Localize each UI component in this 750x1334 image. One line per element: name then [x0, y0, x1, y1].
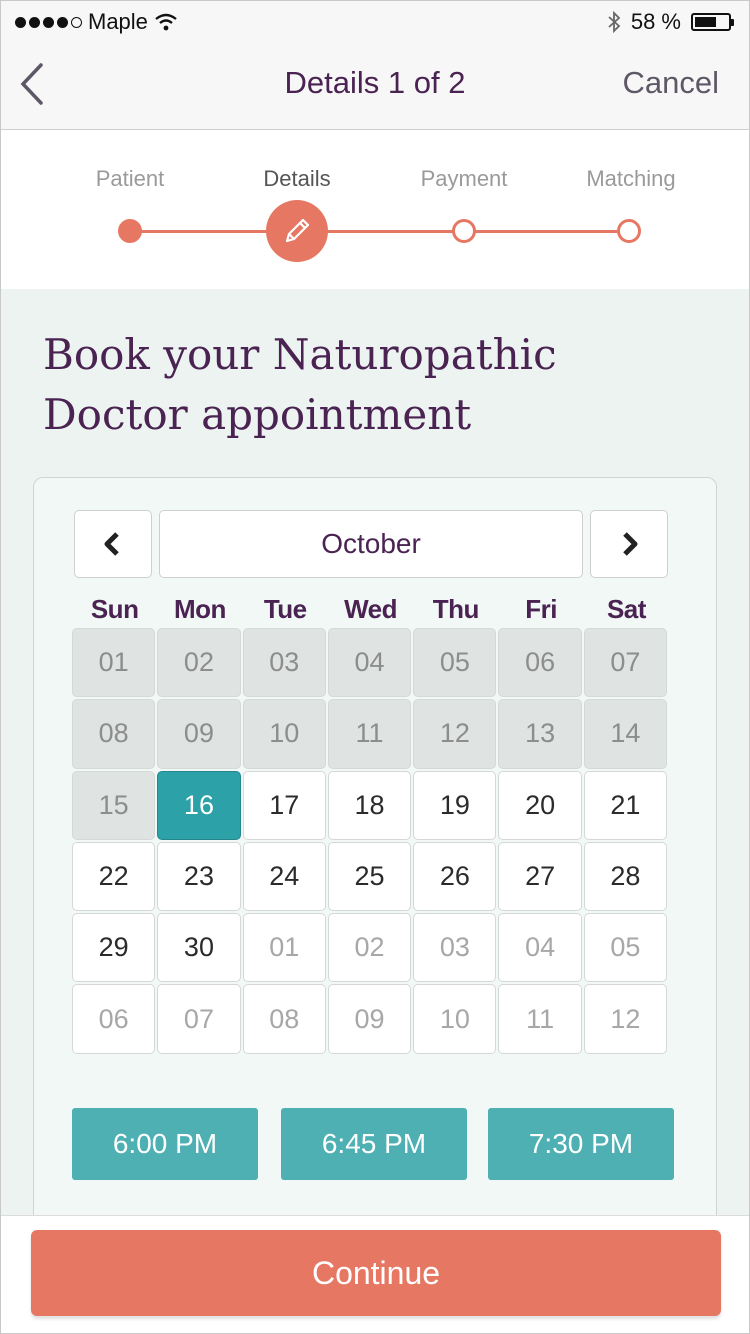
- calendar-day[interactable]: 30: [157, 913, 241, 983]
- calendar-day: 08: [72, 699, 156, 769]
- calendar-card: October Sun Mon Tue Wed Thu Fri Sat 01 02…: [33, 477, 717, 1215]
- calendar-day[interactable]: 20: [498, 770, 582, 840]
- calendar-day-grid: 01 02 03 04 05 06 07 08 09 10 11 12 13 14 15 16 17 18 19 20…: [72, 628, 672, 1054]
- calendar-day[interactable]: 26: [413, 841, 497, 912]
- battery-area: 58 %: [607, 9, 734, 35]
- step-label-details: Details: [263, 166, 331, 191]
- calendar-day: 06: [72, 984, 156, 1054]
- calendar-day[interactable]: 25: [327, 841, 412, 912]
- calendar-day: 13: [498, 699, 582, 769]
- chevron-right-icon: [623, 532, 638, 556]
- calendar-day: 10: [242, 699, 326, 769]
- weekday-label: Sun: [90, 594, 139, 624]
- calendar-day: 01: [72, 628, 156, 698]
- calendar-day: 05: [583, 913, 668, 983]
- calendar-day[interactable]: 22: [72, 841, 156, 912]
- calendar-day[interactable]: 17: [242, 770, 326, 840]
- weekday-label: Mon: [173, 594, 226, 624]
- calendar-day: 02: [327, 913, 412, 983]
- calendar-day[interactable]: 27: [498, 841, 582, 912]
- calendar-day: 09: [327, 984, 412, 1054]
- calendar-day: 02: [157, 628, 241, 698]
- calendar-day[interactable]: 23: [157, 841, 241, 912]
- app-screen: Maple 58 % Details 1 of 2 Cancel Patient…: [0, 0, 750, 1334]
- progress-stepper: Patient Details Payment Matching: [1, 130, 749, 289]
- month-label: October: [159, 510, 583, 578]
- battery-percent: 58 %: [630, 9, 681, 34]
- calendar-day: 04: [498, 913, 582, 983]
- weekday-label: Fri: [525, 594, 557, 624]
- calendar-day: 11: [498, 984, 582, 1054]
- chevron-left-icon: [104, 532, 119, 556]
- wifi-icon: [155, 13, 177, 31]
- next-month-button[interactable]: [590, 510, 668, 578]
- time-slot-button[interactable]: 6:00 PM: [72, 1108, 258, 1180]
- status-bar: Maple 58 %: [1, 1, 749, 43]
- signal-strength-icon: [15, 16, 82, 28]
- weekday-label: Thu: [432, 594, 480, 624]
- calendar-day: 01: [242, 913, 326, 983]
- time-slot-button[interactable]: 6:45 PM: [281, 1108, 467, 1180]
- step-label-payment: Payment: [420, 166, 508, 191]
- step-dot-details: [266, 200, 328, 262]
- calendar-day: 06: [498, 628, 582, 698]
- calendar-day: 03: [242, 628, 326, 698]
- calendar-day: 10: [413, 984, 497, 1054]
- carrier-area: Maple: [15, 9, 178, 35]
- weekday-label: Wed: [344, 594, 397, 624]
- bluetooth-icon: [608, 11, 621, 33]
- step-dot-patient: [118, 219, 142, 243]
- calendar-day[interactable]: 24: [242, 841, 326, 912]
- calendar-day: 05: [413, 628, 497, 698]
- calendar-day: 04: [327, 628, 412, 698]
- continue-button[interactable]: Continue: [31, 1230, 721, 1316]
- pencil-icon: [285, 218, 310, 243]
- step-connector-line: [130, 230, 628, 233]
- carrier-name: Maple: [88, 9, 148, 34]
- navigation-bar: Details 1 of 2 Cancel: [1, 43, 749, 130]
- weekday-label: Tue: [263, 594, 307, 624]
- battery-icon: [691, 13, 734, 31]
- calendar-day-selected[interactable]: 16: [157, 770, 241, 840]
- calendar-day: 12: [413, 699, 497, 769]
- calendar-day: 09: [157, 699, 241, 769]
- calendar-day[interactable]: 18: [327, 770, 412, 840]
- time-slot-button[interactable]: 7:30 PM: [488, 1108, 674, 1180]
- booking-heading: Book your Naturopathic Doctor appointmen…: [43, 330, 557, 439]
- calendar-day: 14: [583, 699, 668, 769]
- footer-bar: Continue: [1, 1215, 749, 1333]
- calendar-day: 08: [242, 984, 326, 1054]
- main-content: Book your Naturopathic Doctor appointmen…: [1, 289, 749, 1215]
- calendar-day: 15: [72, 770, 156, 840]
- calendar-day: 11: [327, 699, 412, 769]
- calendar-day[interactable]: 29: [72, 913, 156, 983]
- calendar-day[interactable]: 19: [413, 770, 497, 840]
- step-label-patient: Patient: [95, 166, 165, 191]
- calendar-day[interactable]: 21: [583, 770, 668, 840]
- weekday-header: Sun Mon Tue Wed Thu Fri Sat: [72, 594, 672, 625]
- weekday-label: Sat: [606, 594, 646, 624]
- step-label-matching: Matching: [586, 166, 676, 191]
- calendar-day: 12: [583, 984, 668, 1054]
- calendar-day[interactable]: 28: [583, 841, 668, 912]
- calendar-day: 07: [583, 628, 668, 698]
- calendar-day: 03: [413, 913, 497, 983]
- calendar-day: 07: [157, 984, 241, 1054]
- cancel-button[interactable]: Cancel: [623, 65, 720, 101]
- step-dot-matching: [617, 219, 641, 243]
- previous-month-button[interactable]: [74, 510, 152, 578]
- step-dot-payment: [452, 219, 476, 243]
